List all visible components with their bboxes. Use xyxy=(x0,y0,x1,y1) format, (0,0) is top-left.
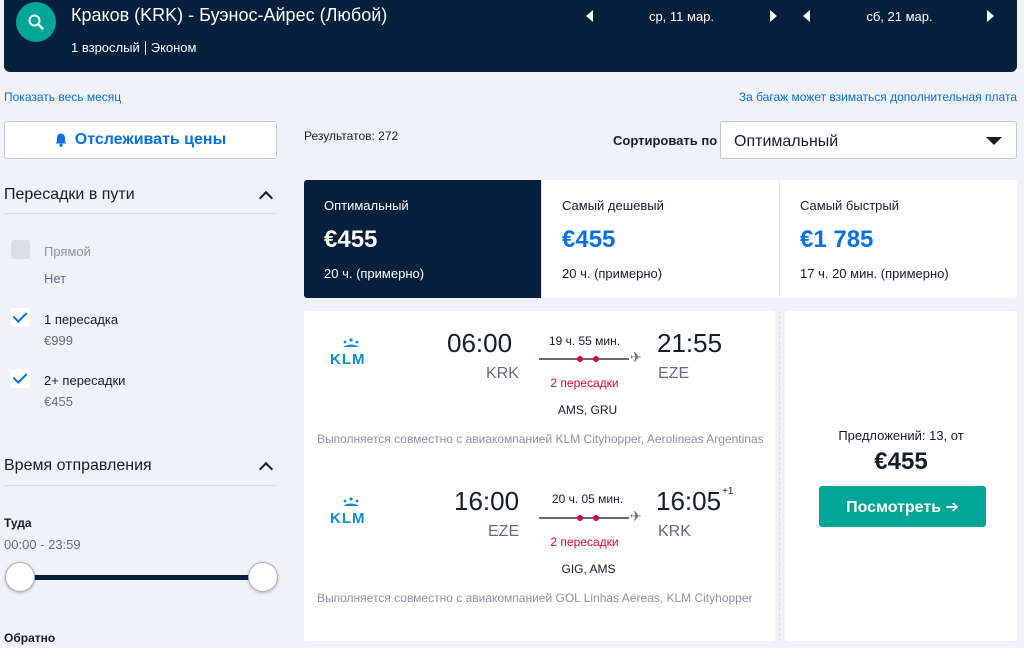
baggage-fee-link[interactable]: За багаж может взиматься дополнительная … xyxy=(739,90,1017,104)
crown-icon xyxy=(343,338,359,347)
stops-one-checkbox[interactable] xyxy=(11,308,30,327)
tab-best[interactable]: Оптимальный €455 20 ч. (примерно) xyxy=(304,180,541,298)
caret-down-icon xyxy=(986,137,1002,145)
divider xyxy=(4,213,277,214)
search-header: Краков (KRK) - Буэнос-Айрес (Любой) 1 вз… xyxy=(4,0,1017,72)
crown-icon xyxy=(343,497,359,506)
sort-dropdown[interactable]: Оптимальный xyxy=(720,121,1017,159)
stop-dot xyxy=(577,356,583,362)
return-time-label: Обратно xyxy=(4,631,56,645)
stops-filter-header[interactable]: Пересадки в пути xyxy=(4,186,277,206)
sort-label: Сортировать по xyxy=(613,133,718,148)
stops-one-price: €999 xyxy=(44,333,73,348)
outbound-departure-time: 06:00 xyxy=(447,328,513,358)
airline-name: KLM xyxy=(330,351,366,368)
outbound-time-slider-track[interactable] xyxy=(18,575,263,580)
stops-two-plus-checkbox[interactable] xyxy=(11,369,30,388)
ticket-perforation xyxy=(779,311,780,641)
plane-icon: ✈ xyxy=(630,508,642,524)
search-button[interactable] xyxy=(16,2,56,42)
stops-filter-title: Пересадки в пути xyxy=(4,186,135,203)
return-departure-airport: EZE xyxy=(488,523,520,540)
outbound-time-slider-end-handle[interactable] xyxy=(248,562,278,592)
stops-direct-checkbox[interactable] xyxy=(11,240,30,259)
stops-direct-price: Нет xyxy=(44,271,67,286)
stops-two-plus-price: €455 xyxy=(44,394,73,409)
outbound-time-label: Туда xyxy=(4,516,32,530)
itinerary-price: €455 xyxy=(874,448,928,475)
show-whole-month-link[interactable]: Показать весь месяц xyxy=(4,90,121,104)
tab-fastest[interactable]: Самый быстрый €1 785 17 ч. 20 мин. (прим… xyxy=(779,180,1017,298)
tab-best-duration: 20 ч. (примерно) xyxy=(324,266,425,281)
airline-name: KLM xyxy=(330,510,366,527)
passenger-count: 1 взрослый xyxy=(71,40,140,55)
return-arrival-airport: KRK xyxy=(658,523,691,540)
stops-direct-label: Прямой xyxy=(44,244,91,259)
return-route-line xyxy=(539,515,629,521)
outbound-time-range: 00:00 - 23:59 xyxy=(4,537,81,552)
return-departure-time: 16:00 xyxy=(454,486,520,516)
outbound-stops: 2 пересадки xyxy=(550,376,619,390)
view-deal-button[interactable]: Посмотреть ➔ xyxy=(819,486,986,527)
departure-time-filter-title: Время отправления xyxy=(4,457,152,474)
itinerary-card[interactable]: KLM 06:00 KRK 19 ч. 55 мин. ✈ 2 пересадк… xyxy=(304,311,775,641)
tab-cheapest-duration: 20 ч. (примерно) xyxy=(562,266,663,281)
sort-tabs: Оптимальный €455 20 ч. (примерно) Самый … xyxy=(304,180,1017,298)
separator xyxy=(144,40,146,55)
tab-cheapest[interactable]: Самый дешевый €455 20 ч. (примерно) xyxy=(541,180,779,298)
departure-time-filter-header[interactable]: Время отправления xyxy=(4,457,277,477)
divider xyxy=(4,485,277,486)
prev-return-date-arrow-icon[interactable] xyxy=(803,10,810,22)
chevron-up-icon xyxy=(258,190,274,206)
stops-two-plus-label: 2+ пересадки xyxy=(44,373,126,388)
search-icon xyxy=(28,14,44,30)
route-title[interactable]: Краков (KRK) - Буэнос-Айрес (Любой) xyxy=(71,5,387,26)
results-count: Результатов: 272 xyxy=(304,129,399,143)
stops-one-label: 1 пересадка xyxy=(44,312,119,327)
track-prices-label: Отслеживать цены xyxy=(74,131,227,148)
outbound-arrival-airport: EZE xyxy=(658,365,690,382)
bell-icon xyxy=(55,133,67,147)
next-depart-date-arrow-icon[interactable] xyxy=(770,10,777,22)
prev-depart-date-arrow-icon[interactable] xyxy=(586,10,593,22)
depart-date[interactable]: ср, 11 мар. xyxy=(624,5,739,27)
sort-selected-value: Оптимальный xyxy=(734,133,839,150)
track-prices-button[interactable]: Отслеживать цены xyxy=(4,121,277,159)
tab-best-price: €455 xyxy=(324,226,378,253)
passenger-cabin-summary[interactable]: 1 взрослый Эконом xyxy=(71,40,196,55)
return-date[interactable]: сб, 21 мар. xyxy=(842,5,957,27)
stop-dot xyxy=(593,515,599,521)
next-return-date-arrow-icon[interactable] xyxy=(987,10,994,22)
return-arrival-time: 16:05+1 xyxy=(656,486,734,516)
stop-dot xyxy=(577,515,583,521)
outbound-departure-airport: KRK xyxy=(486,365,519,382)
klm-logo: KLM xyxy=(330,494,372,526)
outbound-arrival-time: 21:55 xyxy=(657,328,723,358)
plane-icon: ✈ xyxy=(630,349,642,365)
offers-count: Предложений: 13, от xyxy=(838,428,964,443)
outbound-route-line xyxy=(539,356,629,362)
tab-best-label: Оптимальный xyxy=(324,198,409,213)
price-panel: Предложений: 13, от €455 Посмотреть ➔ xyxy=(785,311,1017,641)
outbound-duration: 19 ч. 55 мин. xyxy=(548,334,621,348)
outbound-stop-airports: AMS, GRU xyxy=(557,403,618,417)
klm-logo: KLM xyxy=(330,335,372,367)
next-day-indicator: +1 xyxy=(722,486,734,497)
stop-dot xyxy=(593,356,599,362)
return-stop-airports: GIG, AMS xyxy=(561,562,616,576)
tab-cheapest-price: €455 xyxy=(562,226,616,253)
return-duration: 20 ч. 05 мин. xyxy=(551,492,624,506)
outbound-time-slider-start-handle[interactable] xyxy=(5,562,35,592)
tab-fastest-duration: 17 ч. 20 мин. (примерно) xyxy=(800,266,949,281)
tab-fastest-label: Самый быстрый xyxy=(800,198,899,213)
chevron-up-icon xyxy=(258,461,274,477)
outbound-operated-by: Выполняется совместно с авиакомпанией KL… xyxy=(317,432,764,446)
return-stops: 2 пересадки xyxy=(550,535,619,549)
return-operated-by: Выполняется совместно с авиакомпанией GO… xyxy=(317,591,753,605)
cabin-class: Эконом xyxy=(150,40,197,55)
tab-fastest-price: €1 785 xyxy=(800,226,874,253)
tab-cheapest-label: Самый дешевый xyxy=(562,198,664,213)
